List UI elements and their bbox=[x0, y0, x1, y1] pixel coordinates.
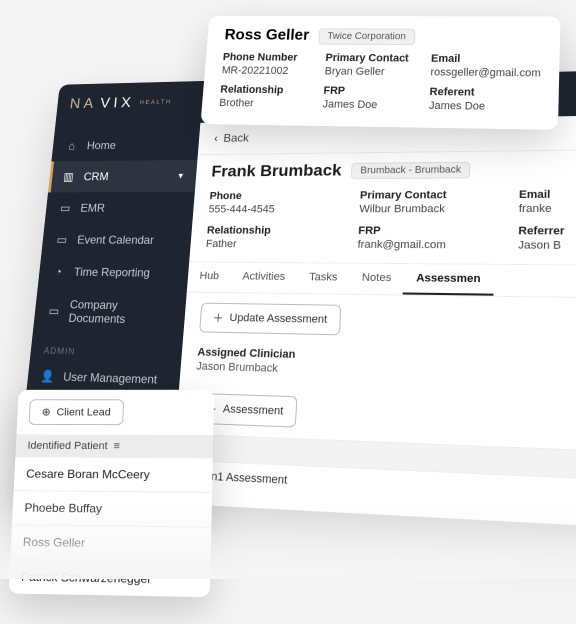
plus-icon: ⊕ bbox=[41, 406, 50, 418]
sidebar-item-label: EMR bbox=[80, 201, 106, 214]
sidebar-item-label: User Management bbox=[63, 370, 158, 387]
tab-tasks[interactable]: Tasks bbox=[296, 263, 350, 294]
add-assessment-label: Assessment bbox=[222, 403, 283, 418]
primary-contact-label: Primary Contact bbox=[360, 189, 505, 201]
sidebar-item-label: Event Calendar bbox=[77, 233, 155, 247]
frp-label: FRP bbox=[358, 225, 504, 237]
lead-item[interactable]: Cesare Boran McCeery bbox=[14, 457, 213, 493]
contact-card: Ross Geller Twice Corporation Phone Numb… bbox=[200, 16, 560, 130]
phone-label: Phone bbox=[209, 190, 346, 202]
document-icon: ▭ bbox=[47, 304, 61, 318]
user-icon: 👤 bbox=[40, 369, 54, 383]
sidebar-item-home[interactable]: ⌂ Home bbox=[51, 128, 200, 161]
home-icon: ⌂ bbox=[65, 139, 79, 152]
sidebar-item-emr[interactable]: ▭ EMR bbox=[45, 192, 195, 224]
sidebar-item-crm[interactable]: ▥ CRM ▾ bbox=[48, 160, 197, 193]
lead-item[interactable]: Patrick Schwarzenegger bbox=[9, 560, 211, 598]
sidebar-item-label: CRM bbox=[83, 170, 109, 183]
cc-primary-contact-label: Primary Contact bbox=[325, 52, 417, 64]
cc-referent-value: James Doe bbox=[429, 100, 540, 113]
email-label: Email bbox=[519, 188, 576, 201]
back-label: Back bbox=[223, 131, 249, 144]
cc-email-value: rossgeller@gmail.com bbox=[430, 67, 541, 80]
relationship-label: Relationship bbox=[207, 225, 345, 237]
update-assessment-button[interactable]: ＋ Update Assessment bbox=[199, 303, 341, 336]
sidebar-item-label: Company Documents bbox=[68, 298, 173, 327]
lead-list-header: Identified Patient ≡ bbox=[15, 434, 213, 458]
filter-icon[interactable]: ≡ bbox=[113, 441, 120, 453]
tab-assessment[interactable]: Assessmen bbox=[403, 264, 494, 296]
cc-email-label: Email bbox=[431, 53, 541, 66]
cc-phone-label: Phone Number bbox=[222, 52, 312, 64]
sidebar-item-label: Time Reporting bbox=[73, 265, 150, 279]
logo-text-2: VIX bbox=[99, 95, 135, 112]
logo-subtext: HEALTH bbox=[139, 100, 172, 106]
calendar-icon: ▭ bbox=[55, 233, 69, 246]
cc-phone-value: MR-20221002 bbox=[221, 65, 311, 77]
sidebar-item-company-documents[interactable]: ▭ Company Documents bbox=[33, 288, 187, 337]
lead-item[interactable]: Ross Geller bbox=[10, 525, 211, 563]
cc-primary-contact-value: Bryan Geller bbox=[324, 66, 416, 78]
cc-relationship-value: Brother bbox=[219, 97, 310, 110]
frp-value: frank@gmail.com bbox=[357, 239, 503, 252]
cc-frp-value: James Doe bbox=[322, 99, 415, 112]
cc-referent-label: Referent bbox=[429, 86, 540, 99]
email-value: franke bbox=[519, 203, 576, 216]
sidebar-item-label: Home bbox=[86, 139, 116, 152]
folder-icon: ▭ bbox=[58, 202, 72, 215]
lead-header-label: Identified Patient bbox=[27, 440, 108, 452]
person-chip: Brumback - Brumback bbox=[351, 161, 471, 179]
sidebar-item-time-reporting[interactable]: ◔ Time Reporting bbox=[38, 256, 190, 290]
chevron-left-icon: ‹ bbox=[214, 132, 219, 145]
relationship-value: Father bbox=[205, 238, 343, 250]
content-panel: ‹ Back Frank Brumback Brumback - Brumbac… bbox=[170, 114, 576, 531]
cc-frp-label: FRP bbox=[323, 85, 416, 98]
logo-text-1: NA bbox=[69, 96, 98, 113]
plus-icon: ＋ bbox=[212, 310, 224, 326]
sidebar-item-event-calendar[interactable]: ▭ Event Calendar bbox=[41, 224, 192, 257]
primary-contact-value: Wilbur Brumback bbox=[359, 203, 504, 215]
tab-activities[interactable]: Activities bbox=[230, 263, 298, 293]
person-name: Frank Brumback bbox=[211, 161, 342, 181]
contact-chip: Twice Corporation bbox=[318, 28, 415, 45]
update-assessment-label: Update Assessment bbox=[229, 312, 327, 326]
tab-notes[interactable]: Notes bbox=[349, 264, 405, 295]
tab-hub[interactable]: Hub bbox=[187, 262, 232, 292]
contact-name: Ross Geller bbox=[224, 27, 310, 44]
chevron-down-icon: ▾ bbox=[178, 171, 184, 181]
clock-icon: ◔ bbox=[51, 265, 65, 278]
phone-value: 555-444-4545 bbox=[208, 204, 345, 216]
logo: NAVIX HEALTH bbox=[69, 94, 173, 112]
referrer-label: Referrer bbox=[518, 225, 576, 238]
client-lead-label: Client Lead bbox=[56, 406, 111, 418]
chart-icon: ▥ bbox=[62, 170, 76, 183]
cc-relationship-label: Relationship bbox=[220, 84, 310, 97]
lead-item[interactable]: Phoebe Buffay bbox=[12, 491, 212, 528]
referrer-value: Jason B bbox=[518, 239, 576, 252]
lead-card: ⊕ Client Lead Identified Patient ≡ Cesar… bbox=[9, 390, 215, 597]
client-lead-button[interactable]: ⊕ Client Lead bbox=[29, 399, 124, 425]
